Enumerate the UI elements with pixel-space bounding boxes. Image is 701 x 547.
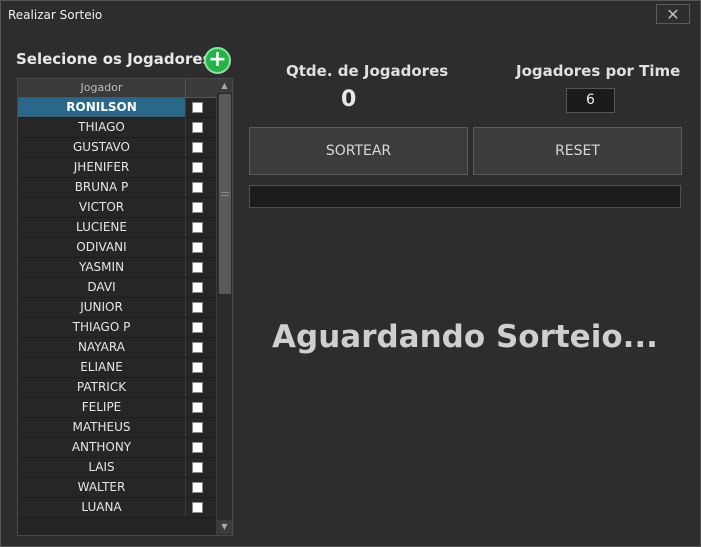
grid-rows: RONILSON THIAGO GUSTAVO JHENIFER BRUNA P VICT… — [18, 98, 216, 518]
player-row[interactable]: GUSTAVO — [18, 138, 216, 158]
plus-icon: + — [208, 47, 227, 72]
player-name[interactable]: THIAGO P — [18, 318, 186, 337]
status-message: Aguardando Sorteio... — [272, 319, 658, 355]
player-row[interactable]: VICTOR — [18, 198, 216, 218]
player-row[interactable]: LUANA — [18, 498, 216, 518]
player-name[interactable]: RONILSON — [18, 98, 186, 117]
player-row[interactable]: ANTHONY — [18, 438, 216, 458]
players-per-team-input[interactable]: 6 — [566, 88, 615, 113]
scroll-down-icon[interactable]: ▼ — [217, 520, 232, 534]
player-row[interactable]: NAYARA — [18, 338, 216, 358]
add-player-button[interactable]: + — [204, 47, 231, 74]
player-select-checkbox[interactable] — [192, 262, 203, 273]
player-select-checkbox[interactable] — [192, 302, 203, 313]
player-select-checkbox[interactable] — [192, 442, 203, 453]
grid-header: Jogador — [18, 79, 216, 98]
player-name[interactable]: ODIVANI — [18, 238, 186, 257]
player-row[interactable]: JHENIFER — [18, 158, 216, 178]
players-panel-title: Selecione os Jogadores — [16, 50, 212, 68]
player-row[interactable]: THIAGO — [18, 118, 216, 138]
player-select-checkbox[interactable] — [192, 142, 203, 153]
player-select-checkbox[interactable] — [192, 462, 203, 473]
player-name[interactable]: MATHEUS — [18, 418, 186, 437]
player-name[interactable]: LAIS — [18, 458, 186, 477]
player-select-checkbox[interactable] — [192, 162, 203, 173]
player-name[interactable]: ELIANE — [18, 358, 186, 377]
player-select-checkbox[interactable] — [192, 102, 203, 113]
window-title: Realizar Sorteio — [8, 8, 103, 22]
player-name[interactable]: ANTHONY — [18, 438, 186, 457]
players-per-team-label: Jogadores por Time — [516, 62, 681, 80]
player-name[interactable]: GUSTAVO — [18, 138, 186, 157]
player-row[interactable]: ODIVANI — [18, 238, 216, 258]
draw-window: Realizar Sorteio ✕ Selecione os Jogadore… — [0, 0, 701, 547]
player-name[interactable]: YASMIN — [18, 258, 186, 277]
player-name[interactable]: LUANA — [18, 498, 186, 517]
player-name[interactable]: BRUNA P — [18, 178, 186, 197]
player-row[interactable]: LAIS — [18, 458, 216, 478]
player-name[interactable]: WALTER — [18, 478, 186, 497]
player-name[interactable]: VICTOR — [18, 198, 186, 217]
draw-button[interactable]: SORTEAR — [249, 127, 468, 175]
player-select-checkbox[interactable] — [192, 222, 203, 233]
player-name[interactable]: JUNIOR — [18, 298, 186, 317]
grid-scrollbar[interactable]: ▲ ▼ — [216, 79, 232, 535]
players-grid: Jogador RONILSON THIAGO GUSTAVO JHENIFER BRU… — [17, 78, 233, 536]
player-select-checkbox[interactable] — [192, 382, 203, 393]
player-row[interactable]: BRUNA P — [18, 178, 216, 198]
player-name[interactable]: FELIPE — [18, 398, 186, 417]
player-row[interactable]: RONILSON — [18, 98, 216, 118]
draw-progress-bar — [249, 185, 681, 208]
player-select-checkbox[interactable] — [192, 502, 203, 513]
title-bar[interactable]: Realizar Sorteio ✕ — [1, 1, 700, 29]
scroll-up-icon[interactable]: ▲ — [217, 79, 232, 93]
player-select-checkbox[interactable] — [192, 122, 203, 133]
player-row[interactable]: YASMIN — [18, 258, 216, 278]
player-name[interactable]: PATRICK — [18, 378, 186, 397]
close-button[interactable]: ✕ — [656, 4, 690, 24]
player-select-checkbox[interactable] — [192, 282, 203, 293]
player-select-checkbox[interactable] — [192, 482, 203, 493]
player-select-checkbox[interactable] — [192, 242, 203, 253]
close-icon: ✕ — [666, 5, 680, 24]
column-header-jogador[interactable]: Jogador — [18, 79, 186, 97]
player-select-checkbox[interactable] — [192, 202, 203, 213]
player-row[interactable]: PATRICK — [18, 378, 216, 398]
player-select-checkbox[interactable] — [192, 422, 203, 433]
player-count-value: 0 — [341, 87, 357, 112]
player-row[interactable]: FELIPE — [18, 398, 216, 418]
player-select-checkbox[interactable] — [192, 322, 203, 333]
player-row[interactable]: THIAGO P — [18, 318, 216, 338]
player-row[interactable]: JUNIOR — [18, 298, 216, 318]
player-row[interactable]: ELIANE — [18, 358, 216, 378]
player-select-checkbox[interactable] — [192, 402, 203, 413]
player-name[interactable]: DAVI — [18, 278, 186, 297]
player-row[interactable]: LUCIENE — [18, 218, 216, 238]
scroll-grip-icon — [221, 192, 229, 196]
player-row[interactable]: DAVI — [18, 278, 216, 298]
player-select-checkbox[interactable] — [192, 362, 203, 373]
player-name[interactable]: NAYARA — [18, 338, 186, 357]
player-name[interactable]: LUCIENE — [18, 218, 186, 237]
player-name[interactable]: JHENIFER — [18, 158, 186, 177]
player-select-checkbox[interactable] — [192, 182, 203, 193]
player-row[interactable]: MATHEUS — [18, 418, 216, 438]
player-select-checkbox[interactable] — [192, 342, 203, 353]
player-row[interactable]: WALTER — [18, 478, 216, 498]
player-count-label: Qtde. de Jogadores — [286, 62, 449, 80]
reset-button[interactable]: RESET — [473, 127, 682, 175]
player-name[interactable]: THIAGO — [18, 118, 186, 137]
